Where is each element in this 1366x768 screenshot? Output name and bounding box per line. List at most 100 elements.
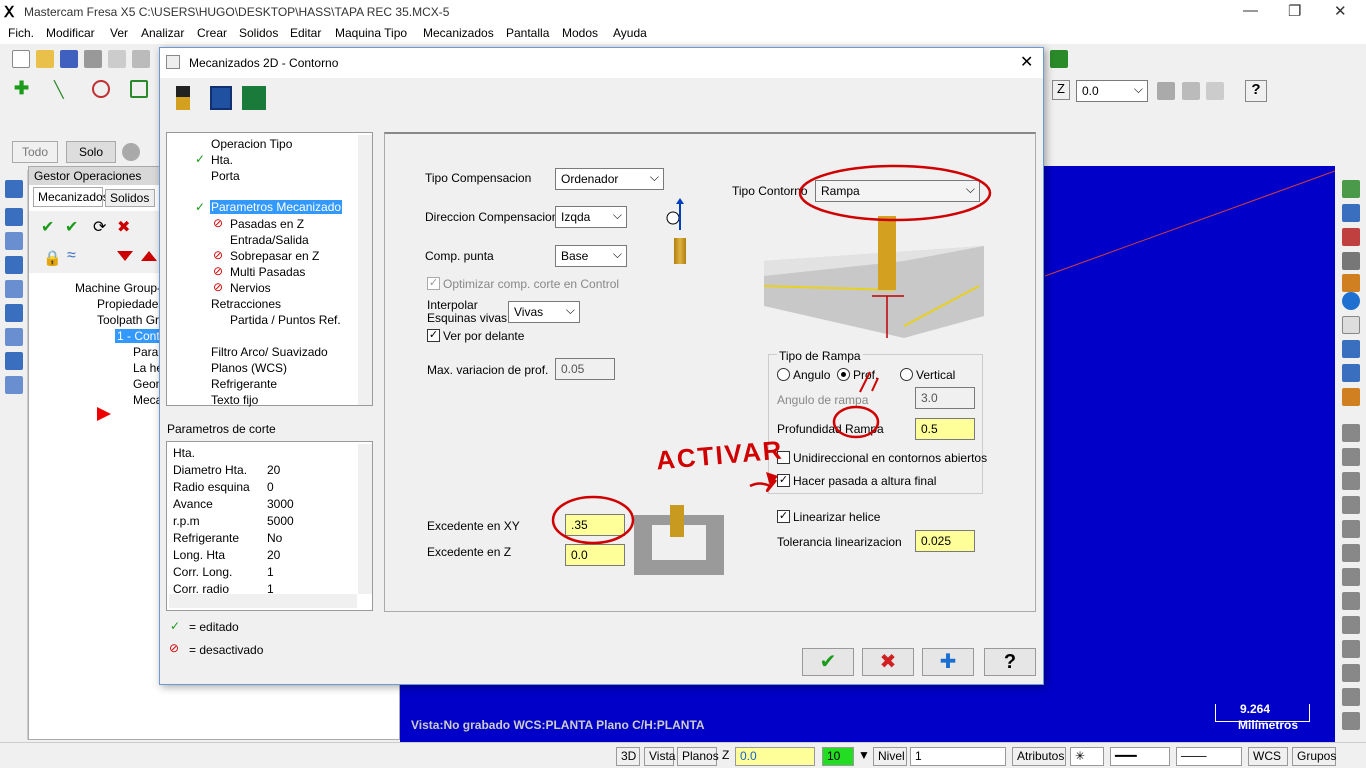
solid-tool-icon-4[interactable]: [1342, 496, 1360, 514]
solid-tool-icon-11[interactable]: [1342, 664, 1360, 682]
rectangle-icon[interactable]: [130, 80, 148, 98]
tool-icon-6[interactable]: [5, 304, 23, 322]
nivel-field[interactable]: 1: [910, 747, 1006, 766]
todo-button[interactable]: Todo: [12, 141, 58, 163]
line-icon[interactable]: ╲: [54, 80, 72, 99]
toolpath-icon[interactable]: [1050, 50, 1068, 68]
dialog-close-button[interactable]: ✕: [1020, 52, 1033, 72]
menu-modificar[interactable]: Modificar: [46, 26, 95, 40]
disk-icon[interactable]: [1342, 340, 1360, 358]
regenerate-icon[interactable]: ⟳: [93, 217, 106, 237]
op-toolpath-node[interactable]: Meca: [133, 393, 162, 407]
tree-refrigerante[interactable]: Refrigerante: [211, 377, 277, 391]
menu-ver[interactable]: Ver: [110, 26, 128, 40]
help-button[interactable]: ?: [984, 648, 1036, 676]
tree-sobrepasar-z[interactable]: Sobrepasar en Z: [230, 249, 319, 263]
exclaim-icon[interactable]: [1182, 82, 1200, 100]
params-hscrollbar[interactable]: [169, 594, 357, 608]
tree-pasadas-z[interactable]: Pasadas en Z: [230, 217, 304, 231]
tab-mecanizados[interactable]: Mecanizados: [33, 187, 109, 207]
tree-partida-puntos[interactable]: Partida / Puntos Ref.: [230, 313, 341, 327]
move-down-icon[interactable]: [117, 251, 133, 261]
op-geometry-node[interactable]: Geon: [133, 377, 162, 391]
menu-solidos[interactable]: Solidos: [239, 26, 278, 40]
cancel-button[interactable]: ✖: [862, 648, 914, 676]
menu-fich[interactable]: Fich.: [8, 26, 34, 40]
gear-icon[interactable]: [122, 143, 140, 161]
solid-tool-icon-13[interactable]: [1342, 712, 1360, 730]
solid-tool-icon-5[interactable]: [1342, 520, 1360, 538]
page-icon[interactable]: [1342, 316, 1360, 334]
solid-tool-icon-7[interactable]: [1342, 568, 1360, 586]
solid-tool-icon-10[interactable]: [1342, 640, 1360, 658]
tree-scrollbar[interactable]: [358, 135, 372, 405]
tool-icon-8[interactable]: [5, 352, 23, 370]
menu-mecanizados[interactable]: Mecanizados: [423, 26, 494, 40]
cut-icon[interactable]: [132, 50, 150, 68]
tool-icon[interactable]: [176, 86, 190, 110]
regenerate-dirty-icon[interactable]: ✖: [117, 217, 130, 237]
toolpath-group[interactable]: Toolpath Gro: [97, 313, 166, 327]
line-style-field[interactable]: ━━━: [1110, 747, 1170, 766]
op-param-node[interactable]: Parar: [133, 345, 162, 359]
z-depth-field[interactable]: 0.0: [1076, 80, 1148, 102]
params-vscrollbar[interactable]: [358, 444, 372, 594]
grupos-button[interactable]: Grupos: [1292, 747, 1336, 766]
undo-icon[interactable]: [1342, 252, 1360, 270]
tree-operacion-tipo[interactable]: Operacion Tipo: [211, 137, 292, 151]
point-style-field[interactable]: ✳: [1070, 747, 1104, 766]
view-top-icon[interactable]: [1342, 204, 1360, 222]
select-all-icon[interactable]: ✔: [41, 217, 54, 237]
atributos-button[interactable]: Atributos: [1012, 747, 1066, 766]
new-file-icon[interactable]: [12, 50, 30, 68]
machine-group[interactable]: Machine Group-1: [75, 281, 168, 295]
axis-small-icon[interactable]: [1342, 364, 1360, 382]
ver-delante-checkbox[interactable]: ✓: [427, 329, 440, 342]
sphere-icon[interactable]: [1342, 292, 1360, 310]
rotate-icon[interactable]: [1342, 228, 1360, 246]
3d-button[interactable]: 3D: [616, 747, 640, 766]
color-dropdown-icon[interactable]: ▼: [858, 748, 870, 762]
menu-crear[interactable]: Crear: [197, 26, 227, 40]
question-small-icon[interactable]: [1342, 388, 1360, 406]
menu-modos[interactable]: Modos: [562, 26, 598, 40]
wave-icon[interactable]: ≈: [67, 247, 76, 265]
tree-planos-wcs[interactable]: Planos (WCS): [211, 361, 287, 375]
tree-filtro-arco[interactable]: Filtro Arco/ Suavizado: [211, 345, 328, 359]
menu-pantalla[interactable]: Pantalla: [506, 26, 549, 40]
solid-tool-icon-1[interactable]: [1342, 424, 1360, 442]
exc-z-field[interactable]: 0.0: [565, 544, 625, 566]
open-folder-icon[interactable]: [36, 50, 54, 68]
move-up-icon[interactable]: [141, 251, 157, 261]
tool-icon-9[interactable]: [5, 376, 23, 394]
snap-icon[interactable]: [1157, 82, 1175, 100]
menu-editar[interactable]: Editar: [290, 26, 321, 40]
tool-icon-1[interactable]: [5, 180, 23, 198]
tool-icon-5[interactable]: [5, 280, 23, 298]
help-icon[interactable]: ?: [1245, 80, 1267, 102]
grid-icon[interactable]: [1342, 274, 1360, 292]
planos-button[interactable]: Planos: [677, 747, 719, 766]
tool-icon-4[interactable]: [5, 256, 23, 274]
save-icon[interactable]: [60, 50, 78, 68]
tree-multi-pasadas[interactable]: Multi Pasadas: [230, 265, 305, 279]
solo-button[interactable]: Solo: [66, 141, 116, 163]
add-operation-button[interactable]: ✚: [922, 648, 974, 676]
solid-tool-icon-2[interactable]: [1342, 448, 1360, 466]
tool-icon-3[interactable]: [5, 232, 23, 250]
tool-icon-7[interactable]: [5, 328, 23, 346]
restore-button[interactable]: ❐: [1288, 2, 1301, 20]
line-width-field[interactable]: ───: [1176, 747, 1242, 766]
nivel-button[interactable]: Nivel: [873, 747, 907, 766]
tree-entrada-salida[interactable]: Entrada/Salida: [230, 233, 309, 247]
menu-maquina-tipo[interactable]: Maquina Tipo: [335, 26, 407, 40]
menu-analizar[interactable]: Analizar: [141, 26, 184, 40]
tree-retracciones[interactable]: Retracciones: [211, 297, 281, 311]
optimizar-checkbox[interactable]: ✓: [427, 277, 440, 290]
solid-tool-icon-6[interactable]: [1342, 544, 1360, 562]
print-icon[interactable]: [84, 50, 102, 68]
tree-parametros-mecanizado[interactable]: Parametros Mecanizado: [210, 200, 343, 214]
arc-icon[interactable]: [92, 80, 110, 98]
axis-icon[interactable]: [1206, 82, 1224, 100]
z-status-field[interactable]: 0.0: [735, 747, 815, 766]
